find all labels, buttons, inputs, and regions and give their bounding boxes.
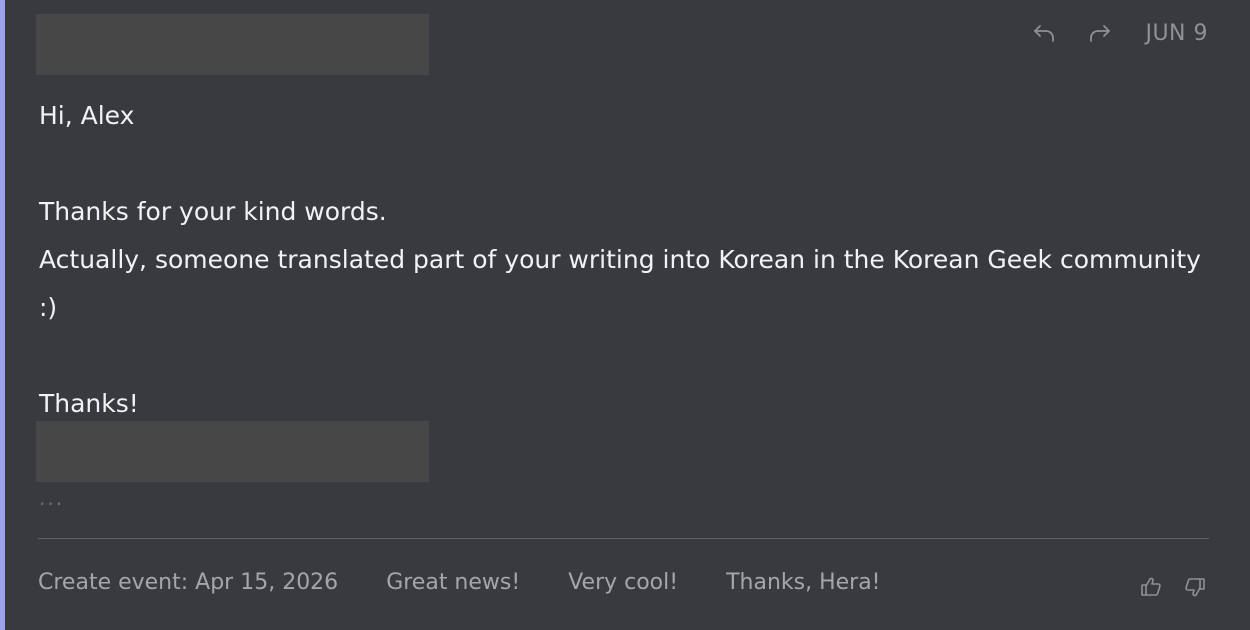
suggestion-thanks-hera[interactable]: Thanks, Hera! xyxy=(726,570,880,595)
smart-reply-suggestions: Create event: Apr 15, 2026 Great news! V… xyxy=(38,570,881,595)
show-trimmed-content-button[interactable]: ... xyxy=(39,486,64,510)
message-line: Actually, someone translated part of you… xyxy=(39,245,1201,274)
message-header-actions: JUN 9 xyxy=(1029,18,1208,48)
selection-accent-bar xyxy=(0,0,5,630)
message-line: Thanks for your kind words. xyxy=(39,197,387,226)
suggestion-very-cool[interactable]: Very cool! xyxy=(568,570,678,595)
thumbs-up-icon[interactable] xyxy=(1136,572,1166,602)
email-message-view: JUN 9 Hi, Alex Thanks for your kind word… xyxy=(0,0,1250,630)
suggestion-feedback xyxy=(1136,572,1210,602)
message-date: JUN 9 xyxy=(1145,20,1208,46)
message-greeting: Hi, Alex xyxy=(39,101,135,130)
message-line: :) xyxy=(39,293,58,322)
redacted-signature-block xyxy=(36,421,429,482)
redacted-sender-block xyxy=(36,14,429,75)
reply-icon[interactable] xyxy=(1029,18,1059,48)
suggestion-great-news[interactable]: Great news! xyxy=(386,570,520,595)
forward-icon[interactable] xyxy=(1085,18,1115,48)
divider xyxy=(38,538,1209,539)
message-body: Hi, Alex Thanks for your kind words. Act… xyxy=(39,92,1219,428)
thumbs-down-icon[interactable] xyxy=(1180,572,1210,602)
suggestion-create-event[interactable]: Create event: Apr 15, 2026 xyxy=(38,570,338,595)
